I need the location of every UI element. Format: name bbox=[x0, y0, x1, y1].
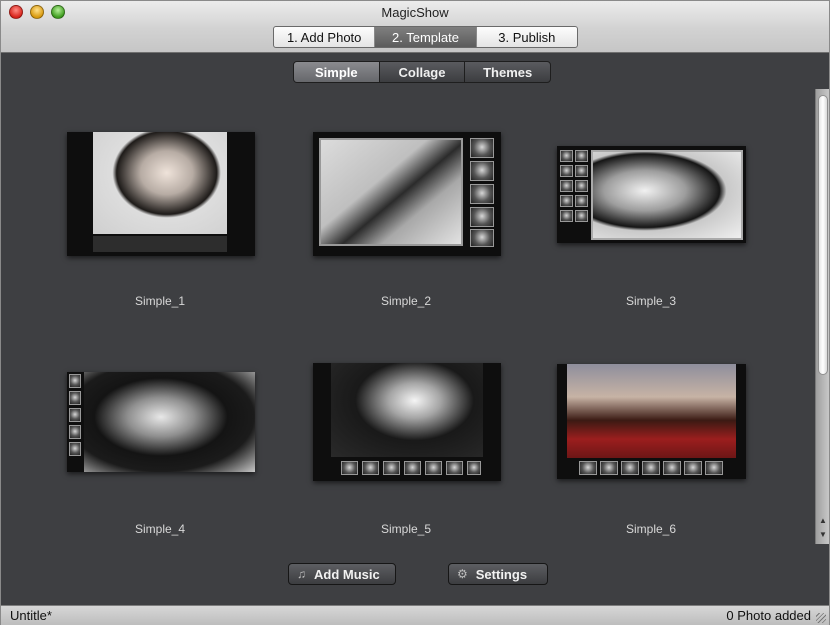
window-title: MagicShow bbox=[381, 5, 449, 20]
scroll-up-arrow-icon[interactable]: ▲ bbox=[818, 515, 828, 526]
template-label-simple-4: Simple_4 bbox=[134, 522, 186, 536]
template-label-simple-3: Simple_3 bbox=[625, 294, 677, 308]
template-thumbnail-simple-3[interactable] bbox=[557, 146, 746, 243]
add-music-label: Add Music bbox=[314, 566, 380, 582]
template-preview-image bbox=[84, 372, 255, 472]
add-music-button[interactable]: ♫ Add Music bbox=[288, 563, 396, 585]
settings-button[interactable]: ⚙ Settings bbox=[448, 563, 548, 585]
template-preview-image bbox=[567, 364, 736, 458]
template-label-simple-1: Simple_1 bbox=[134, 294, 186, 308]
template-scrollbar[interactable]: ▲ ▼ bbox=[815, 89, 829, 544]
template-label-simple-2: Simple_2 bbox=[380, 294, 432, 308]
app-window: MagicShow 1. Add Photo 2. Template 3. Pu… bbox=[0, 0, 830, 625]
tab-collage[interactable]: Collage bbox=[380, 62, 466, 82]
tab-simple[interactable]: Simple bbox=[294, 62, 380, 82]
template-thumbnail-simple-6[interactable] bbox=[557, 364, 746, 479]
step-navigation: 1. Add Photo 2. Template 3. Publish bbox=[273, 26, 578, 48]
gear-icon: ⚙ bbox=[457, 567, 468, 581]
step-template[interactable]: 2. Template bbox=[375, 27, 477, 47]
template-label-simple-5: Simple_5 bbox=[380, 522, 432, 536]
template-thumbnail-simple-5[interactable] bbox=[313, 363, 501, 481]
template-preview-image bbox=[591, 150, 743, 240]
template-thumbnail-simple-1[interactable] bbox=[67, 132, 255, 256]
music-note-icon: ♫ bbox=[297, 567, 306, 581]
step-publish[interactable]: 3. Publish bbox=[477, 27, 577, 47]
scroll-down-arrow-icon[interactable]: ▼ bbox=[818, 529, 828, 540]
template-thumbnail-simple-2[interactable] bbox=[313, 132, 501, 256]
settings-label: Settings bbox=[475, 566, 528, 582]
template-label-simple-6: Simple_6 bbox=[625, 522, 677, 536]
step-add-photo[interactable]: 1. Add Photo bbox=[274, 27, 376, 47]
tab-themes[interactable]: Themes bbox=[465, 62, 550, 82]
resize-grip-icon[interactable] bbox=[816, 613, 826, 623]
template-category-tabs: Simple Collage Themes bbox=[293, 61, 551, 83]
photo-count-status: 0 Photo added bbox=[726, 608, 811, 623]
template-thumbnail-simple-4[interactable] bbox=[67, 372, 255, 472]
status-bar: Untitle* 0 Photo added bbox=[1, 605, 829, 625]
thumbnail-strip bbox=[93, 236, 227, 252]
template-preview-image bbox=[93, 132, 227, 234]
title-bar: MagicShow 1. Add Photo 2. Template 3. Pu… bbox=[1, 1, 829, 53]
scrollbar-thumb[interactable] bbox=[818, 95, 828, 375]
template-preview-image bbox=[331, 363, 483, 457]
template-preview-image bbox=[319, 138, 463, 246]
document-name: Untitle* bbox=[10, 608, 52, 623]
